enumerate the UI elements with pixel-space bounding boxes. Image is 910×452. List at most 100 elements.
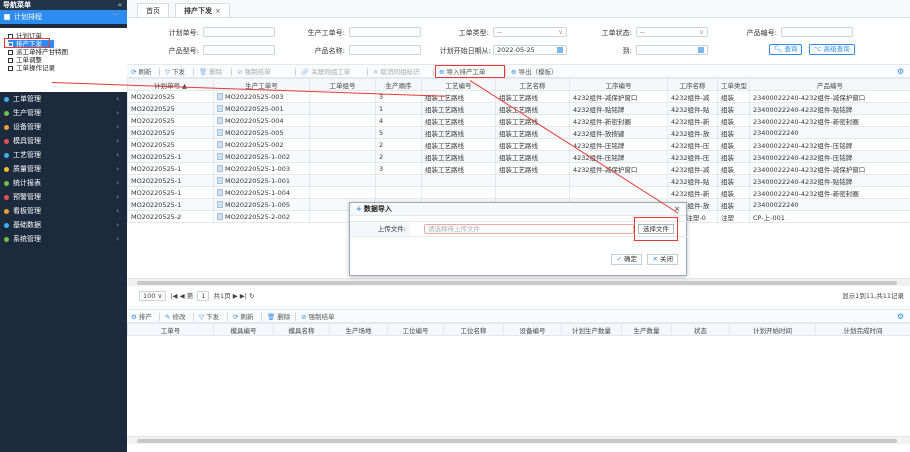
ok-button[interactable]: ✓ 确定 <box>611 254 642 265</box>
end-date-input[interactable] <box>636 45 708 55</box>
name-input[interactable] <box>349 45 421 55</box>
table-row[interactable]: MO20220525-1 MO20220525-1-003 3 组装工艺路线 组装工艺路… <box>127 162 910 175</box>
sidebar-group[interactable]: 看板管理 › <box>0 204 127 218</box>
table-row[interactable]: MO20220525-1 MO20220525-1-004 4232组件-新 组装 23… <box>127 186 910 199</box>
sidebar-group[interactable]: 质量管理 › <box>0 162 127 176</box>
column-header[interactable]: 生产数量 <box>621 323 672 336</box>
sidebar-item-gantt[interactable]: 派工单排产甘特图 <box>8 48 127 56</box>
column-header[interactable]: 计划完成时间 <box>815 323 910 336</box>
tab-dispatch[interactable]: 排产下发 × <box>175 3 230 17</box>
close-button[interactable]: ✕ 关闭 <box>647 254 678 265</box>
document-icon[interactable] <box>217 93 223 100</box>
close-tab-icon[interactable]: × <box>215 7 221 15</box>
document-icon[interactable] <box>217 165 223 172</box>
calendar-icon[interactable] <box>698 47 704 53</box>
table-row[interactable]: MO20220525-1 MO20220525-1-001 4232组件-贴 组装 23… <box>127 174 910 187</box>
document-icon[interactable] <box>217 129 223 136</box>
product-code-input[interactable] <box>781 27 853 37</box>
scrollbar-thumb[interactable] <box>137 281 897 285</box>
gear-icon[interactable]: ⚙ <box>897 67 904 76</box>
table-row[interactable]: MO20220525-1 MO20220525-1-002 2 组装工艺路线 组装工艺路… <box>127 150 910 163</box>
main-horizontal-scrollbar[interactable] <box>127 278 910 286</box>
sidebar-group[interactable]: 基础数据 › <box>0 218 127 232</box>
tab-home[interactable]: 首页 <box>137 3 169 17</box>
reload-icon[interactable]: ↻ <box>249 292 254 300</box>
table-row[interactable]: MO20220525 MO20220525-003 3 组装工艺路线 组装工艺路线 423… <box>127 90 910 103</box>
sidebar-group[interactable]: 设备管理 › <box>0 120 127 134</box>
gear-icon[interactable]: ⚙ <box>897 312 904 321</box>
next-page-button[interactable]: ▶ <box>233 292 238 300</box>
table-row[interactable]: MO20220525 MO20220525-002 2 组装工艺路线 组装工艺路线 423… <box>127 138 910 151</box>
column-header[interactable]: 计划生产数量 <box>561 323 622 336</box>
detail-force-close-button[interactable]: ⊘ 强制结单 <box>301 312 334 322</box>
force-close-button[interactable]: ⊘ 强制结单 <box>237 67 270 77</box>
collapse-sidebar-icon[interactable]: « <box>117 0 122 10</box>
document-icon[interactable] <box>217 141 223 148</box>
column-header[interactable]: 工序名称 <box>667 78 718 91</box>
column-header[interactable]: 产品编号 <box>749 78 910 91</box>
search-button[interactable]: 🔍︎ 查询 <box>769 44 803 55</box>
column-header[interactable]: 状态 <box>671 323 730 336</box>
sidebar-group[interactable]: 生产管理 › <box>0 106 127 120</box>
document-icon[interactable] <box>217 189 223 196</box>
first-page-button[interactable]: |◀ <box>170 292 177 300</box>
file-path-input[interactable]: 请选择待上传文件 <box>424 224 634 234</box>
detail-delete-button[interactable]: 🗑︎ 删除 <box>267 312 290 322</box>
column-header[interactable]: 模具名称 <box>273 323 330 336</box>
document-icon[interactable] <box>217 105 223 112</box>
sidebar-group[interactable]: 预警管理 › <box>0 190 127 204</box>
column-header[interactable]: 工单组号 <box>309 78 376 91</box>
order-status-select[interactable]: -- ∨ <box>636 27 708 37</box>
table-row[interactable]: MO20220525 MO20220525-005 5 组装工艺路线 组装工艺路线 423… <box>127 126 910 139</box>
column-header[interactable]: 工单号 <box>127 323 214 336</box>
document-icon[interactable] <box>217 153 223 160</box>
document-icon[interactable] <box>217 201 223 208</box>
column-header[interactable]: 工序编号 <box>569 78 668 91</box>
plan-no-input[interactable] <box>203 27 275 37</box>
column-header[interactable]: 工艺名称 <box>495 78 570 91</box>
edit-button[interactable]: ✎ 修改 <box>165 312 185 322</box>
column-header[interactable]: 工位编号 <box>387 323 444 336</box>
detail-horizontal-scrollbar[interactable] <box>127 436 910 444</box>
model-input[interactable] <box>203 45 275 55</box>
column-header[interactable]: 计划开始时间 <box>729 323 816 336</box>
document-icon[interactable] <box>217 213 223 220</box>
start-date-input[interactable]: 2022-05-25 <box>493 45 567 55</box>
delete-button[interactable]: 🗑︎ 删除 <box>199 67 222 77</box>
column-header[interactable]: 设备编号 <box>503 323 562 336</box>
sidebar-group[interactable]: 工单管理 › <box>0 92 127 106</box>
export-button[interactable]: ⊕ 导出（模板） <box>511 67 557 77</box>
column-header[interactable]: 模具编号 <box>213 323 274 336</box>
cancel-group-button[interactable]: ✕ 取消同组标识 <box>373 67 419 77</box>
advanced-search-button[interactable]: ⌥ 高级查询 <box>809 44 855 55</box>
sidebar-group[interactable]: 模具管理 › <box>0 134 127 148</box>
page-size-select[interactable]: 100 ∨ <box>139 291 167 301</box>
column-header[interactable]: 生产顺序 <box>375 78 422 91</box>
detail-refresh-button[interactable]: ⟳ 刷新 <box>233 312 253 322</box>
column-header[interactable]: 工位名称 <box>443 323 504 336</box>
sidebar-group[interactable]: 统计报表 › <box>0 176 127 190</box>
prev-page-button[interactable]: ◀ <box>180 292 185 300</box>
sidebar-group[interactable]: 系统管理 › <box>0 232 127 246</box>
page-number-input[interactable]: 1 <box>197 291 210 301</box>
sidebar-item-adjust[interactable]: 工单调整 <box>8 56 127 64</box>
table-row[interactable]: MO20220525 MO20220525-004 4 组装工艺路线 组装工艺路线 423… <box>127 114 910 127</box>
column-header[interactable]: 工单类型 <box>717 78 750 91</box>
scrollbar-thumb[interactable] <box>137 439 897 443</box>
schedule-button[interactable]: ⚙ 排产 <box>131 312 152 322</box>
document-icon[interactable] <box>217 177 223 184</box>
last-page-button[interactable]: ▶| <box>240 292 247 300</box>
refresh-button[interactable]: ⟳ 刷新 <box>131 67 151 77</box>
column-header[interactable]: 生产场地 <box>329 323 388 336</box>
detail-dispatch-button[interactable]: ▽ 下发 <box>199 312 219 322</box>
order-type-select[interactable]: -- ∨ <box>493 27 567 37</box>
prod-order-input[interactable] <box>349 27 421 37</box>
sidebar-item-log[interactable]: 工单操作记录 <box>8 64 127 72</box>
calendar-icon[interactable] <box>557 47 563 53</box>
link-group-button[interactable]: 🔗︎ 关联同组工单 <box>301 67 350 77</box>
sidebar-group-plan[interactable]: 计划排程 ﹀ <box>0 10 127 24</box>
document-icon[interactable] <box>217 117 223 124</box>
sidebar-group[interactable]: 工艺管理 › <box>0 148 127 162</box>
dispatch-button[interactable]: ▽ 下发 <box>165 67 185 77</box>
table-cell: 组装 <box>717 126 750 139</box>
